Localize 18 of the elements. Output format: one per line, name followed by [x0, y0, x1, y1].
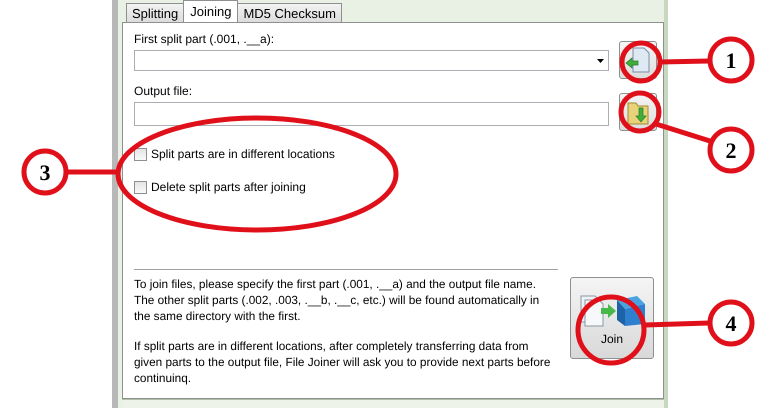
checkbox-label: Split parts are in different locations	[151, 147, 335, 161]
help-paragraph: To join files, please specify the first part (.001, .__a) and the output file name. The other split parts (.002, .003, .__b, .__c, etc.) will be found automatically in the same directory with the first.	[134, 276, 540, 324]
tab[interactable]: Splitting	[126, 3, 184, 22]
callout-number: 3	[40, 160, 50, 185]
checkbox[interactable]	[134, 148, 147, 160]
help-paragraph: If split parts are in different locations, after completely transferring data from given parts to the output file, File Joiner will ask you to provide next parts before continuinq.	[134, 338, 552, 386]
field-label: First split part (.001, .__a):	[134, 32, 274, 46]
tab[interactable]: MD5 Checksum	[237, 3, 342, 22]
document-arrow-icon	[625, 46, 651, 74]
checkbox[interactable]	[134, 180, 147, 194]
dropdown-arrow-icon	[597, 58, 604, 62]
checkbox-label: Delete split parts after joining	[151, 180, 306, 194]
callout-number: 1	[726, 48, 736, 73]
callout-number: 4	[726, 311, 736, 336]
output-file-field[interactable]	[134, 102, 609, 126]
tab[interactable]: Joining	[183, 0, 238, 22]
field-label: Output file:	[134, 84, 192, 98]
callout-number: 2	[726, 138, 736, 163]
